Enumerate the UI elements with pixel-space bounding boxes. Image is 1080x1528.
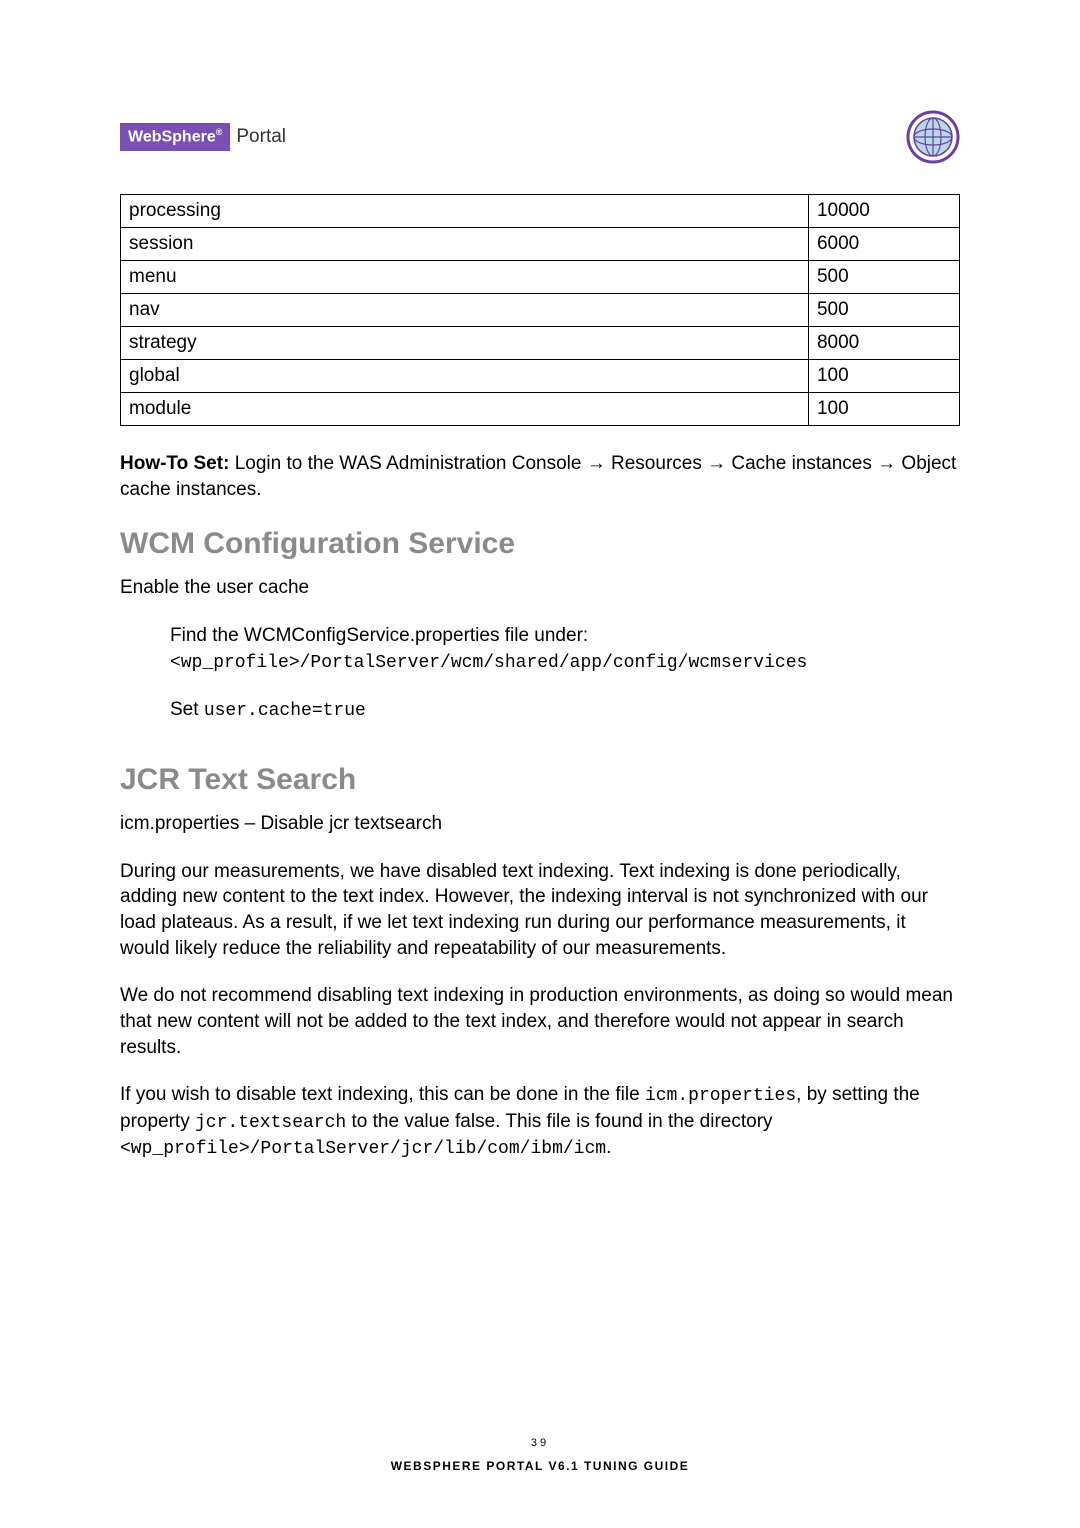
page-footer: 39 WEBSPHERE PORTAL V6.1 TUNING GUIDE	[0, 1437, 1080, 1473]
disable-indexing-para: If you wish to disable text indexing, th…	[120, 1082, 960, 1161]
section-heading-wcm: WCM Configuration Service	[120, 527, 960, 561]
cache-value: 100	[808, 393, 959, 426]
howto-text: Login to the WAS Administration Console …	[120, 453, 956, 500]
find-config-block: Find the WCMConfigService.properties fil…	[170, 623, 960, 675]
cache-name: processing	[121, 195, 809, 228]
globe-icon	[906, 110, 960, 164]
find-config-text: Find the WCMConfigService.properties fil…	[170, 625, 588, 646]
text-part: If you wish to disable text indexing, th…	[120, 1084, 645, 1105]
not-recommend-para: We do not recommend disabling text index…	[120, 983, 960, 1060]
cache-value: 10000	[808, 195, 959, 228]
howto-label: How-To Set:	[120, 453, 229, 474]
cache-name: global	[121, 360, 809, 393]
table-row: menu 500	[121, 261, 960, 294]
set-value: user.cache=true	[204, 701, 366, 721]
howto-paragraph: How-To Set: Login to the WAS Administrat…	[120, 451, 960, 502]
brand-registered: ®	[216, 127, 223, 137]
page-header: WebSphere® Portal	[120, 110, 960, 164]
mono-part: jcr.textsearch	[195, 1113, 346, 1133]
cache-name: strategy	[121, 327, 809, 360]
config-path: <wp_profile>/PortalServer/wcm/shared/app…	[170, 653, 807, 673]
table-row: session 6000	[121, 228, 960, 261]
table-row: global 100	[121, 360, 960, 393]
brand-text: WebSphere	[128, 129, 216, 146]
table-row: processing 10000	[121, 195, 960, 228]
table-row: nav 500	[121, 294, 960, 327]
enable-user-cache: Enable the user cache	[120, 575, 960, 601]
cache-name: menu	[121, 261, 809, 294]
text-part: .	[606, 1137, 611, 1158]
cache-table: processing 10000 session 6000 menu 500 n…	[120, 194, 960, 426]
cache-value: 500	[808, 261, 959, 294]
page-number: 39	[0, 1437, 1080, 1449]
cache-value: 6000	[808, 228, 959, 261]
cache-value: 8000	[808, 327, 959, 360]
mono-part: icm.properties	[645, 1086, 796, 1106]
cache-table-body: processing 10000 session 6000 menu 500 n…	[121, 195, 960, 426]
table-row: strategy 8000	[121, 327, 960, 360]
logo-block: WebSphere® Portal	[120, 123, 286, 150]
icm-properties-line: icm.properties – Disable jcr textsearch	[120, 811, 960, 837]
set-label: Set	[170, 699, 204, 720]
cache-name: module	[121, 393, 809, 426]
set-user-cache-block: Set user.cache=true	[170, 697, 960, 723]
cache-value: 500	[808, 294, 959, 327]
cache-name: session	[121, 228, 809, 261]
cache-value: 100	[808, 360, 959, 393]
cache-name: nav	[121, 294, 809, 327]
section-heading-jcr: JCR Text Search	[120, 763, 960, 797]
table-row: module 100	[121, 393, 960, 426]
mono-part: <wp_profile>/PortalServer/jcr/lib/com/ib…	[120, 1139, 606, 1159]
product-name: Portal	[236, 126, 286, 147]
text-part: to the value false. This file is found i…	[346, 1111, 772, 1132]
websphere-logo: WebSphere®	[120, 123, 230, 150]
during-measurements-para: During our measurements, we have disable…	[120, 859, 960, 962]
footer-title: WEBSPHERE PORTAL V6.1 TUNING GUIDE	[0, 1459, 1080, 1473]
